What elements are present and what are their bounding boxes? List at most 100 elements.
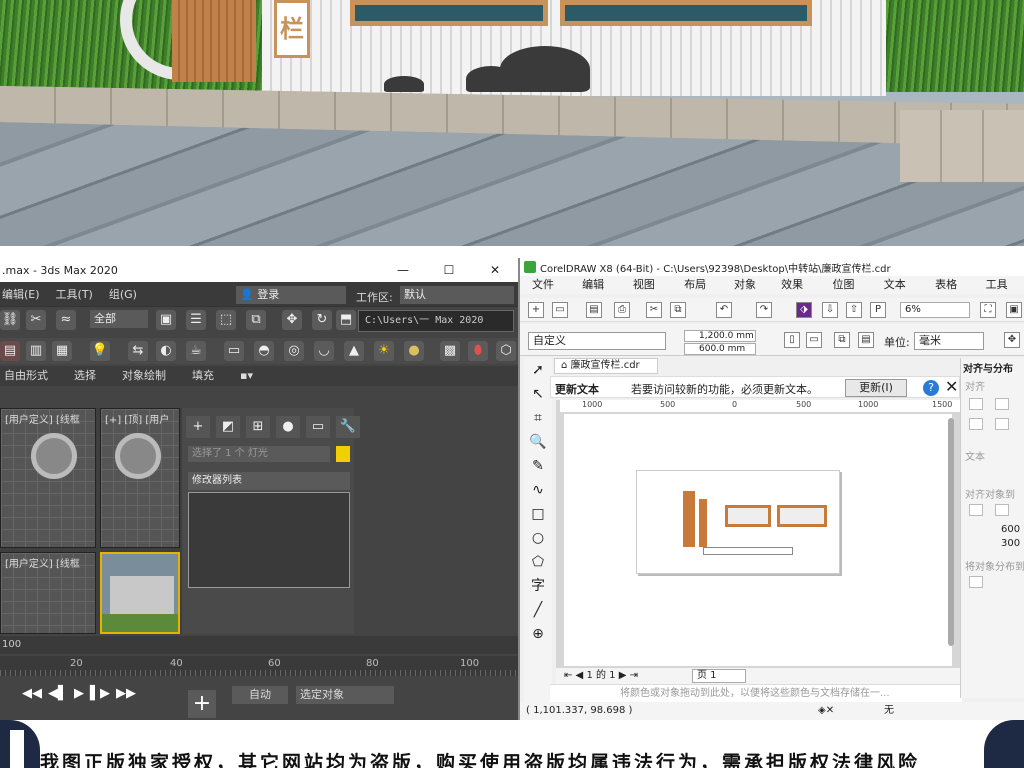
landscape-icon[interactable]: ▭: [806, 332, 822, 348]
crop-tool-icon[interactable]: ⌗: [524, 406, 552, 430]
ribbon-tab-selection[interactable]: 选择: [74, 366, 96, 386]
rulers-icon[interactable]: ▣: [1006, 302, 1022, 318]
project-path-field[interactable]: C:\Users\一 Max 2020: [358, 310, 514, 332]
utilities-tab-icon[interactable]: 🔧: [336, 416, 360, 438]
menu-table[interactable]: 表格(T): [935, 276, 972, 309]
nudge-icon[interactable]: ✥: [1004, 332, 1020, 348]
align-left-icon[interactable]: [969, 398, 983, 410]
scale-icon[interactable]: ⬒: [336, 310, 356, 330]
page-width-field[interactable]: 1,200.0 mm: [684, 330, 756, 342]
paper-type-dropdown[interactable]: 自定义: [528, 332, 666, 350]
undo-icon[interactable]: ↶: [716, 302, 732, 318]
display-tab-icon[interactable]: ▭: [306, 416, 330, 438]
next-frame-button[interactable]: ▌▶: [90, 686, 110, 701]
login-dropdown[interactable]: 👤 登录: [236, 286, 346, 304]
viewport-top[interactable]: [+] [顶] [用户: [100, 408, 180, 548]
grid-icon[interactable]: ▩: [440, 341, 460, 361]
text-tool-icon[interactable]: 字: [524, 574, 552, 598]
menu-layout[interactable]: 布局(L): [684, 276, 720, 309]
motion-tab-icon[interactable]: ●: [276, 416, 300, 438]
distribute-page-icon[interactable]: [969, 576, 983, 588]
import-icon[interactable]: ⇩: [822, 302, 838, 318]
zoom-tool-icon[interactable]: 🔍: [524, 430, 552, 454]
search-content-icon[interactable]: ⬗: [796, 302, 812, 318]
document-tab[interactable]: ⌂ 廉政宣传栏.cdr: [554, 358, 658, 374]
goto-end-button[interactable]: ▶▶: [116, 686, 136, 701]
menu-bitmaps[interactable]: 位图(B): [833, 276, 870, 309]
select-by-name-icon[interactable]: ☰: [186, 310, 206, 330]
auto-key-button[interactable]: 自动: [232, 686, 288, 704]
viewport-perspective[interactable]: [用户定义] [线框: [0, 408, 96, 548]
menu-object[interactable]: 对象(J): [734, 276, 767, 309]
pick-tool-icon[interactable]: ➚: [524, 358, 552, 382]
material-editor-icon[interactable]: ▦: [52, 341, 72, 361]
page-nav-buttons[interactable]: ⇤ ◀: [564, 670, 586, 681]
open-icon[interactable]: ▭: [552, 302, 568, 318]
menu-group[interactable]: 组(G): [109, 286, 137, 302]
portrait-icon[interactable]: ▯: [784, 332, 800, 348]
cut-icon[interactable]: ✂: [646, 302, 662, 318]
ribbon-tab-freeform[interactable]: 自由形式: [4, 366, 48, 386]
align-center-icon[interactable]: [995, 398, 1009, 410]
render-setup-icon[interactable]: ▥: [26, 341, 46, 361]
rotate-icon[interactable]: ↻: [312, 310, 332, 330]
menu-text[interactable]: 文本(X): [884, 276, 921, 309]
disc-icon[interactable]: ●: [404, 341, 424, 361]
light-icon[interactable]: 💡: [90, 341, 110, 361]
export-icon[interactable]: ⇧: [846, 302, 862, 318]
ribbon-options-icon[interactable]: ▪▾: [240, 366, 253, 386]
page-height-field[interactable]: 600.0 mm: [684, 343, 756, 355]
align-to-page-icon[interactable]: [969, 504, 983, 516]
viewport-camera[interactable]: [100, 552, 180, 634]
polygon-tool-icon[interactable]: ⬠: [524, 550, 552, 574]
play-button[interactable]: ▶: [74, 686, 84, 701]
track-bar[interactable]: 20 40 60 80 100: [0, 656, 518, 676]
bind-spacewarp-icon[interactable]: ≈: [56, 310, 76, 330]
document-palette[interactable]: 将颜色或对象拖动到此处，以便将这些颜色与文档存储在一...: [550, 684, 962, 702]
ribbon-tab-object-paint[interactable]: 对象绘制: [122, 366, 166, 386]
zoom-level-dropdown[interactable]: 6%: [900, 302, 970, 318]
cone-icon[interactable]: ▲: [344, 341, 364, 361]
render-frame-icon[interactable]: ▤: [0, 341, 20, 361]
full-screen-icon[interactable]: ⛶: [980, 302, 996, 318]
page-tab[interactable]: 页 1: [692, 669, 746, 683]
all-pages-icon[interactable]: ⧉: [834, 332, 850, 348]
align-middle-icon[interactable]: [995, 418, 1009, 430]
selected-object-dropdown[interactable]: 选定对象: [296, 686, 394, 704]
align-to-grid-icon[interactable]: [995, 504, 1009, 516]
menu-tools[interactable]: 工具(T): [56, 286, 93, 302]
create-tab-icon[interactable]: +: [186, 416, 210, 438]
goto-start-button[interactable]: ◀◀: [22, 686, 42, 701]
export-pdf-icon[interactable]: P: [870, 302, 886, 318]
print-icon[interactable]: ⎙: [614, 302, 630, 318]
menu-effects[interactable]: 效果(C): [781, 276, 818, 309]
time-slider[interactable]: 100: [0, 636, 518, 654]
menu-file[interactable]: 文件(F): [532, 276, 568, 309]
rect-select-icon[interactable]: ⬚: [216, 310, 236, 330]
window-crossing-icon[interactable]: ⧉: [246, 310, 266, 330]
freehand-tool-icon[interactable]: ✎: [524, 454, 552, 478]
select-object-icon[interactable]: ▣: [156, 310, 176, 330]
billboard-artwork[interactable]: [636, 470, 840, 574]
modifier-list-dropdown[interactable]: 修改器列表: [188, 472, 350, 490]
prev-frame-button[interactable]: ◀▌: [48, 686, 68, 701]
close-notice-icon[interactable]: ✕: [945, 377, 958, 396]
vertical-scrollbar[interactable]: [948, 418, 954, 646]
units-dropdown[interactable]: 毫米: [914, 332, 984, 350]
arrows-icon[interactable]: ⇆: [128, 341, 148, 361]
link-icon[interactable]: ⛓: [0, 310, 20, 330]
copy-icon[interactable]: ⧉: [670, 302, 686, 318]
modifier-stack[interactable]: [188, 492, 350, 588]
teapot-icon[interactable]: ☕: [186, 341, 206, 361]
menu-edit[interactable]: 编辑(E): [2, 286, 40, 302]
page-nav-forward[interactable]: ▶ ⇥: [616, 670, 638, 681]
save-icon[interactable]: ▤: [586, 302, 602, 318]
maximize-button[interactable]: ☐: [426, 263, 472, 277]
redo-icon[interactable]: ↷: [756, 302, 772, 318]
unlink-icon[interactable]: ✂: [26, 310, 46, 330]
object-color-swatch[interactable]: [336, 446, 350, 462]
align-top-icon[interactable]: [969, 418, 983, 430]
ribbon-tab-populate[interactable]: 填充: [192, 366, 214, 386]
artistic-media-icon[interactable]: ∿: [524, 478, 552, 502]
modify-tab-icon[interactable]: ◩: [216, 416, 240, 438]
